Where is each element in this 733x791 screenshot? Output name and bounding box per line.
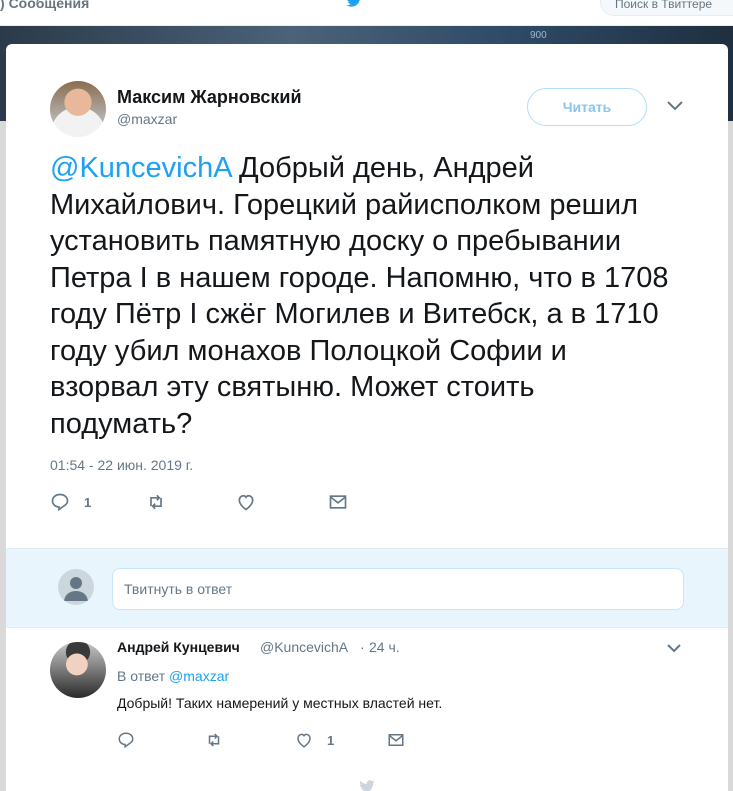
- twitter-bird-icon[interactable]: [343, 0, 365, 8]
- mention-link[interactable]: @KuncevichA: [50, 152, 231, 184]
- reply-retweet-button[interactable]: [205, 731, 223, 749]
- tweet-actions: 1: [50, 492, 450, 516]
- reply-like-button[interactable]: 1: [295, 731, 334, 749]
- direct-message-button[interactable]: [328, 492, 348, 512]
- reply-composer: Твитнуть в ответ: [6, 548, 728, 628]
- reply-direct-message-button[interactable]: [387, 731, 405, 749]
- tweet-text: @KuncevichA Добрый день, Андрей Михайлов…: [50, 150, 670, 442]
- author-handle[interactable]: @maxzar: [117, 111, 177, 127]
- reply-author-handle[interactable]: @KuncevichA: [260, 639, 348, 655]
- reply-separator: ·: [360, 639, 365, 655]
- like-button[interactable]: [236, 492, 256, 512]
- reply-input[interactable]: Твитнуть в ответ: [112, 568, 684, 610]
- like-icon: [238, 494, 254, 511]
- user-placeholder-icon: [64, 577, 88, 601]
- search-input[interactable]: Поиск в Твиттере: [600, 0, 733, 16]
- reply-tweet: Андрей Кунцевич @KuncevichA · 24 ч. В от…: [6, 628, 728, 788]
- like-icon: [297, 733, 311, 748]
- author-avatar[interactable]: [50, 81, 106, 137]
- reply-icon: [51, 493, 69, 512]
- tweet-modal: Максим Жарновский @maxzar Читать @Kuncev…: [6, 44, 728, 791]
- direct-message-icon: [388, 734, 404, 746]
- reply-button[interactable]: 1: [50, 492, 91, 512]
- background-number: 900: [530, 30, 547, 41]
- twitter-bird-icon: [359, 780, 375, 791]
- like-count: 1: [327, 732, 335, 748]
- chevron-down-icon[interactable]: [666, 100, 684, 112]
- tweet-timestamp[interactable]: 01:54 - 22 июн. 2019 г.: [50, 457, 193, 473]
- in-reply-handle[interactable]: @maxzar: [169, 668, 229, 684]
- direct-message-icon: [329, 495, 347, 509]
- tweet-body: Добрый день, Андрей Михайлович. Горецкий…: [50, 152, 669, 440]
- author-name[interactable]: Максим Жарновский: [117, 87, 302, 108]
- reply-author-name[interactable]: Андрей Кунцевич: [117, 639, 240, 655]
- reply-icon: [118, 732, 134, 749]
- in-reply-to: В ответ @maxzar: [117, 668, 229, 684]
- reply-time[interactable]: 24 ч.: [369, 639, 400, 655]
- reply-actions: 1: [117, 731, 517, 751]
- current-user-avatar[interactable]: [58, 569, 94, 605]
- in-reply-prefix: В ответ: [117, 668, 166, 684]
- messages-icon: ): [0, 0, 5, 11]
- messages-nav-link[interactable]: ) Сообщения: [0, 0, 89, 11]
- reply-text: Добрый! Таких намерений у местных власте…: [117, 695, 443, 711]
- follow-button[interactable]: Читать: [527, 88, 647, 126]
- chevron-down-icon[interactable]: [666, 643, 682, 655]
- retweet-button[interactable]: [146, 492, 166, 512]
- reply-count: 1: [84, 494, 92, 510]
- top-navigation-bar: ) Сообщения Поиск в Твиттере: [0, 0, 733, 26]
- retweet-icon: [208, 733, 220, 747]
- reply-author-avatar[interactable]: [50, 642, 106, 698]
- reply-reply-button[interactable]: [117, 731, 135, 749]
- retweet-icon: [150, 494, 162, 510]
